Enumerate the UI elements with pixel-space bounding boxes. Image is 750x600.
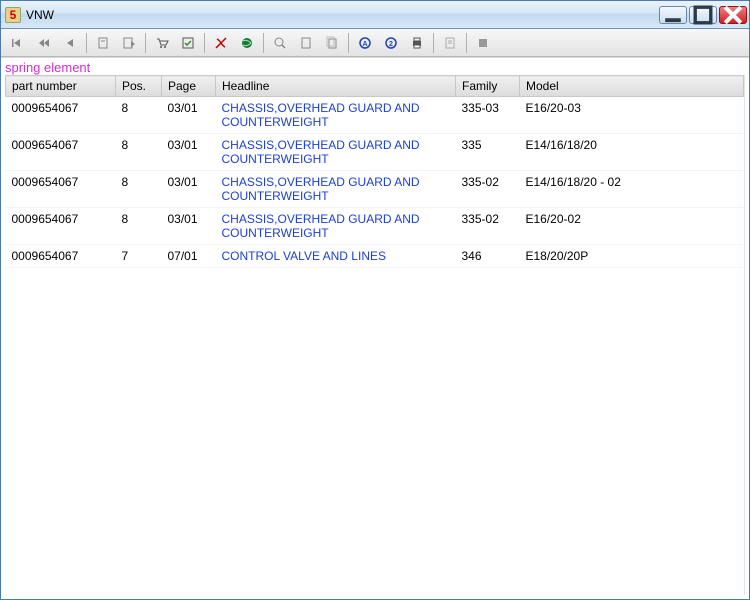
- fast-previous-icon[interactable]: [32, 32, 56, 54]
- cell-part-number: 0009654067: [6, 171, 116, 208]
- previous-icon[interactable]: [58, 32, 82, 54]
- close-button[interactable]: [719, 6, 747, 24]
- col-headline[interactable]: Headline: [216, 76, 456, 97]
- col-part-number[interactable]: part number: [6, 76, 116, 97]
- table-row[interactable]: 0009654067803/01CHASSIS,OVERHEAD GUARD A…: [6, 171, 744, 208]
- svg-text:A: A: [362, 41, 367, 48]
- first-record-icon[interactable]: [6, 32, 30, 54]
- toolbar: A 2: [1, 29, 749, 57]
- cell-headline[interactable]: CHASSIS,OVERHEAD GUARD AND COUNTERWEIGHT: [216, 134, 456, 171]
- history-disabled-icon[interactable]: [209, 32, 233, 54]
- cell-part-number: 0009654067: [6, 97, 116, 134]
- marker-a-icon[interactable]: A: [353, 32, 377, 54]
- cell-pos: 8: [116, 171, 162, 208]
- cell-part-number: 0009654067: [6, 245, 116, 268]
- cell-model: E14/16/18/20: [520, 134, 744, 171]
- table-row[interactable]: 0009654067803/01CHASSIS,OVERHEAD GUARD A…: [6, 134, 744, 171]
- cell-family: 335: [456, 134, 520, 171]
- checklist-icon[interactable]: [176, 32, 200, 54]
- cell-page: 03/01: [162, 208, 216, 245]
- results-grid[interactable]: part number Pos. Page Headline Family Mo…: [5, 75, 745, 595]
- cell-headline[interactable]: CONTROL VALVE AND LINES: [216, 245, 456, 268]
- bookmark-add-icon[interactable]: [91, 32, 115, 54]
- page-icon[interactable]: [294, 32, 318, 54]
- cell-family: 335-02: [456, 208, 520, 245]
- cell-model: E16/20-03: [520, 97, 744, 134]
- app-icon: 5: [5, 7, 21, 23]
- cell-pos: 8: [116, 97, 162, 134]
- table-row[interactable]: 0009654067803/01CHASSIS,OVERHEAD GUARD A…: [6, 97, 744, 134]
- cell-page: 03/01: [162, 171, 216, 208]
- cell-part-number: 0009654067: [6, 208, 116, 245]
- cell-pos: 8: [116, 134, 162, 171]
- svg-text:2: 2: [389, 41, 393, 48]
- table-row[interactable]: 0009654067803/01CHASSIS,OVERHEAD GUARD A…: [6, 208, 744, 245]
- section-title: spring element: [1, 57, 749, 75]
- cell-model: E16/20-02: [520, 208, 744, 245]
- window-title: VNW: [26, 8, 54, 22]
- bookmark-next-icon[interactable]: [117, 32, 141, 54]
- minimize-button[interactable]: [659, 6, 687, 24]
- cell-family: 346: [456, 245, 520, 268]
- window-buttons: [659, 6, 747, 24]
- cell-page: 03/01: [162, 134, 216, 171]
- maximize-button[interactable]: [689, 6, 717, 24]
- col-family[interactable]: Family: [456, 76, 520, 97]
- globe-icon[interactable]: [235, 32, 259, 54]
- cell-part-number: 0009654067: [6, 134, 116, 171]
- zoom-icon[interactable]: [268, 32, 292, 54]
- cell-model: E14/16/18/20 - 02: [520, 171, 744, 208]
- cell-page: 03/01: [162, 97, 216, 134]
- cell-page: 07/01: [162, 245, 216, 268]
- table-row[interactable]: 0009654067707/01CONTROL VALVE AND LINES3…: [6, 245, 744, 268]
- table-header-row: part number Pos. Page Headline Family Mo…: [6, 76, 744, 97]
- cell-family: 335-03: [456, 97, 520, 134]
- notes-icon[interactable]: [438, 32, 462, 54]
- app-window: 5 VNW A 2: [0, 0, 750, 600]
- cell-headline[interactable]: CHASSIS,OVERHEAD GUARD AND COUNTERWEIGHT: [216, 171, 456, 208]
- print-icon[interactable]: [405, 32, 429, 54]
- col-page[interactable]: Page: [162, 76, 216, 97]
- cell-model: E18/20/20P: [520, 245, 744, 268]
- titlebar: 5 VNW: [1, 1, 749, 29]
- page-stack-icon[interactable]: [320, 32, 344, 54]
- cell-headline[interactable]: CHASSIS,OVERHEAD GUARD AND COUNTERWEIGHT: [216, 208, 456, 245]
- cell-headline[interactable]: CHASSIS,OVERHEAD GUARD AND COUNTERWEIGHT: [216, 97, 456, 134]
- marker-b-icon[interactable]: 2: [379, 32, 403, 54]
- col-pos[interactable]: Pos.: [116, 76, 162, 97]
- cell-pos: 8: [116, 208, 162, 245]
- cell-pos: 7: [116, 245, 162, 268]
- cart-icon[interactable]: [150, 32, 174, 54]
- col-model[interactable]: Model: [520, 76, 744, 97]
- stop-icon[interactable]: [471, 32, 495, 54]
- cell-family: 335-02: [456, 171, 520, 208]
